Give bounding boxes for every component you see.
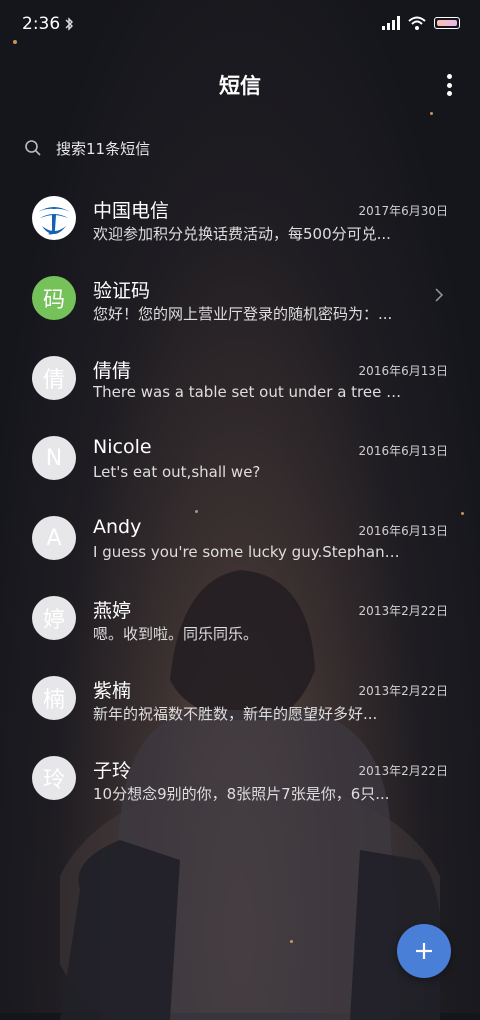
search-icon [25, 140, 41, 156]
avatar: 婷 [32, 596, 76, 640]
message-preview: 您好！您的网上营业厅登录的随机密码为：... [93, 305, 393, 323]
avatar: 玲 [32, 756, 76, 800]
contact-name: 中国电信 [93, 200, 170, 222]
avatar: A [32, 516, 76, 560]
wifi-icon [408, 16, 426, 30]
contact-name: 燕婷 [93, 600, 132, 622]
conversation-item[interactable]: 倩 倩倩 2016年6月13日 There was a table set ou… [0, 338, 480, 418]
app-header: 短信 [0, 64, 480, 104]
conversation-item[interactable]: 楠 紫楠 2013年2月22日 新年的祝福数不胜数，新年的愿望好多好... [0, 658, 480, 738]
contact-name: Nicole [93, 436, 152, 458]
spark [430, 112, 433, 115]
avatar: 码 [32, 276, 76, 320]
message-date: 2013年2月22日 [358, 684, 448, 698]
plus-icon [416, 943, 432, 959]
page-title: 短信 [219, 74, 261, 98]
conversation-item[interactable]: N Nicole 2016年6月13日 Let's eat out,shall … [0, 418, 480, 498]
clock: 2:36 [22, 14, 61, 34]
message-date: 2017年6月30日 [358, 204, 448, 218]
message-preview: I guess you're some lucky guy.Stephani..… [93, 543, 403, 561]
new-message-button[interactable] [397, 924, 451, 978]
message-date: 2013年2月22日 [358, 604, 448, 618]
message-date: 2013年2月22日 [358, 764, 448, 778]
conversation-item[interactable]: A Andy 2016年6月13日 I guess you're some lu… [0, 498, 480, 578]
avatar: 楠 [32, 676, 76, 720]
chevron-right-icon [435, 288, 444, 302]
conversation-item[interactable]: 中国电信 2017年6月30日 欢迎参加积分兑换话费活动，每500分可兑... [0, 178, 480, 258]
conversation-item[interactable]: 码 验证码 您好！您的网上营业厅登录的随机密码为：... [0, 258, 480, 338]
signal-icon [382, 16, 400, 30]
conversation-item[interactable]: 玲 子玲 2013年2月22日 10分想念9别的你，8张照片7张是你，6只... [0, 738, 480, 818]
message-preview: 10分想念9别的你，8张照片7张是你，6只... [93, 785, 390, 803]
message-preview: 新年的祝福数不胜数，新年的愿望好多好... [93, 705, 378, 723]
battery-icon [434, 17, 460, 29]
contact-name: 倩倩 [93, 360, 132, 382]
search-bar[interactable]: 搜索11条短信 [24, 132, 150, 164]
status-bar: 2:36 [0, 0, 480, 52]
contact-name: Andy [93, 516, 142, 538]
message-preview: 嗯。收到啦。同乐同乐。 [93, 625, 259, 643]
contact-name: 验证码 [93, 280, 151, 302]
message-date: 2016年6月13日 [358, 524, 448, 538]
more-vert-icon[interactable] [446, 74, 452, 96]
avatar: 倩 [32, 356, 76, 400]
bluetooth-icon [64, 16, 74, 36]
message-preview: There was a table set out under a tree i… [93, 383, 403, 401]
avatar: N [32, 436, 76, 480]
message-date: 2016年6月13日 [358, 444, 448, 458]
china-telecom-logo [32, 196, 76, 240]
message-preview: Let's eat out,shall we? [93, 463, 261, 481]
spark [290, 940, 293, 943]
search-placeholder: 搜索11条短信 [56, 139, 151, 158]
message-preview: 欢迎参加积分兑换话费活动，每500分可兑... [93, 225, 391, 243]
conversation-list: 中国电信 2017年6月30日 欢迎参加积分兑换话费活动，每500分可兑... … [0, 178, 480, 818]
system-icons [382, 16, 460, 30]
contact-name: 子玲 [93, 760, 132, 782]
contact-name: 紫楠 [93, 680, 132, 702]
message-date: 2016年6月13日 [358, 364, 448, 378]
conversation-item[interactable]: 婷 燕婷 2013年2月22日 嗯。收到啦。同乐同乐。 [0, 578, 480, 658]
